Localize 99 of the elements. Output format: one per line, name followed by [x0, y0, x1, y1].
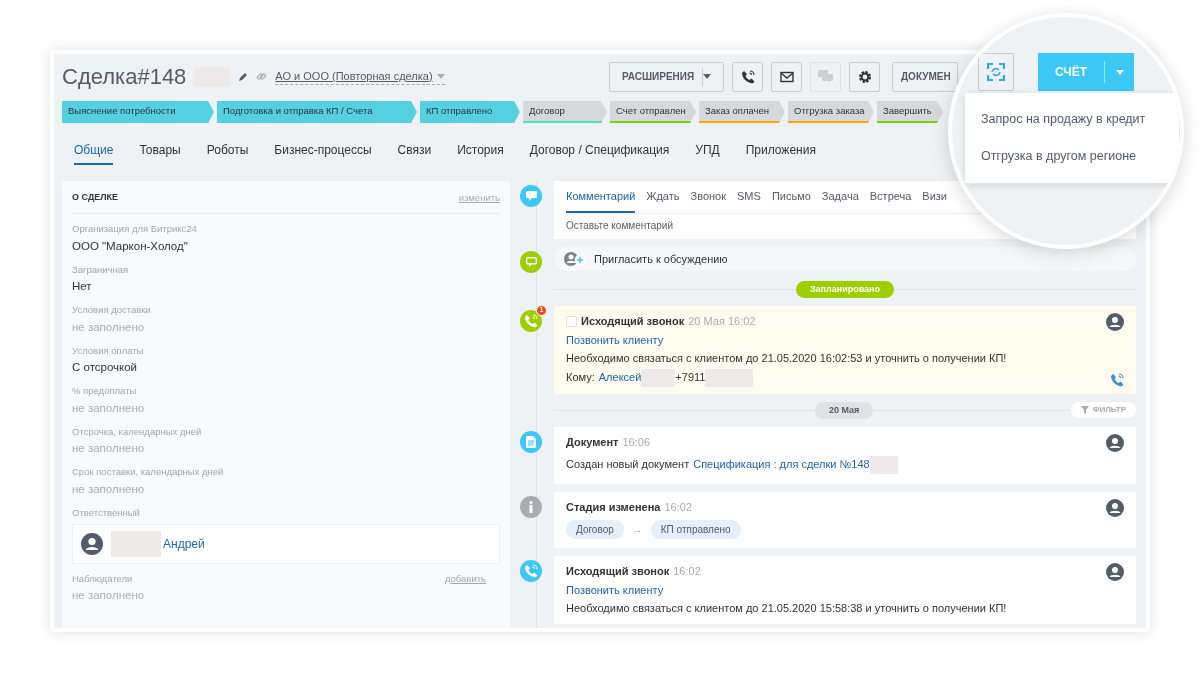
comment-icon: [525, 256, 537, 267]
stage-step[interactable]: КП отправлено: [420, 101, 520, 123]
extensions-button[interactable]: РАСШИРЕНИЯ: [609, 61, 724, 92]
category-dropdown[interactable]: АО и ООО (Повторная сделка): [275, 67, 445, 86]
field-value: не заполнено: [72, 319, 146, 335]
pencil-icon[interactable]: [238, 71, 249, 82]
invite-button[interactable]: Пригласить к обсуждению: [554, 246, 1136, 271]
caret-icon: [436, 73, 445, 79]
entry-time: 16:02: [664, 499, 692, 515]
field-value: не заполнено: [72, 441, 146, 456]
stage-step[interactable]: Отгрузка заказа: [788, 101, 874, 123]
scan-icon: [987, 63, 1005, 81]
entry-text: Необходимо связаться с клиентом до 21.05.2020 15:58:38 и уточнить о получении КП!: [566, 601, 1008, 616]
tab[interactable]: Договор / Спецификация: [529, 137, 670, 165]
tab[interactable]: Приложения: [745, 137, 816, 165]
mail-button[interactable]: [771, 61, 802, 92]
menu-item[interactable]: Запрос на продажу в кредит: [965, 101, 1179, 138]
user-avatar-icon: [81, 533, 103, 555]
stage-step[interactable]: Выяснение потребности: [62, 101, 214, 123]
tab[interactable]: Связи: [397, 137, 432, 165]
stage-step[interactable]: Заказ оплачен: [699, 101, 785, 123]
field-label: Отсрочка, календарных дней: [72, 424, 203, 439]
status-pill: Запланировано: [795, 280, 895, 298]
phone-number: +7911: [675, 370, 706, 386]
document-link[interactable]: Спецификация : для сделки №148: [693, 456, 870, 473]
add-user-icon: [564, 250, 586, 267]
user-avatar-icon: [1106, 563, 1124, 581]
composer-tab[interactable]: SMS: [737, 181, 761, 213]
task-checkbox[interactable]: [566, 315, 577, 327]
entry-title: Исходящий звонок: [581, 314, 685, 329]
stage-step[interactable]: Счет отправлен: [610, 101, 696, 123]
document-icon: [526, 436, 536, 448]
phone-button[interactable]: [732, 61, 763, 92]
page-title: Сделка#148: [62, 63, 187, 91]
user-avatar-icon: [1106, 434, 1124, 452]
stage-step[interactable]: Договор: [523, 101, 607, 123]
gear-icon: [857, 69, 872, 84]
call-link[interactable]: Позвонить клиенту: [566, 331, 664, 348]
section-title: О СДЕЛКЕ: [72, 191, 119, 204]
entry-title: Исходящий звонок: [566, 564, 670, 579]
user-avatar-icon: [1106, 498, 1124, 517]
stage-chip: Договор: [566, 520, 624, 539]
user-avatar-icon: [1106, 313, 1124, 331]
field-value: не заполнено: [72, 481, 146, 497]
composer-tab[interactable]: Задача: [821, 181, 859, 213]
stage-chip: КП отправлено: [650, 520, 741, 539]
tab[interactable]: Товары: [139, 137, 181, 165]
gear-button[interactable]: [849, 61, 880, 92]
tab[interactable]: УПД: [695, 137, 720, 165]
documents-button[interactable]: ДОКУМЕН: [892, 61, 958, 92]
caret-icon: [1115, 69, 1124, 75]
entry-time: 20 Мая 16:02: [688, 314, 756, 329]
field-label: Организация для Битрикс24: [72, 222, 198, 237]
recipient-label: Кому:: [566, 370, 595, 386]
entry-text: Необходимо связаться с клиентом до 21.05.2020 16:02:53 и уточнить о получении КП!: [566, 351, 1008, 366]
field-value: Нет: [72, 279, 93, 294]
entry-title: Стадия изменена: [566, 499, 661, 515]
arrow-glyph: →: [631, 522, 643, 538]
field-label: Наблюдатели: [72, 572, 133, 586]
field-label: Срок поставки, календарных дней: [72, 465, 225, 480]
composer-tab[interactable]: Встреча: [869, 181, 912, 213]
composer-tab[interactable]: Комментарий: [566, 181, 636, 213]
stage-step[interactable]: Подготовка и отправка КП / Счета: [217, 101, 417, 123]
composer-tab[interactable]: Визи: [922, 181, 947, 213]
comment-icon: [525, 191, 537, 201]
field-value: С отсрочкой: [72, 360, 139, 375]
filter-icon: [1080, 406, 1089, 415]
entry-text: Создан новый документ: [566, 457, 690, 473]
phone-icon: [740, 69, 755, 84]
date-pill: 20 Мая: [815, 401, 874, 419]
field-label: % предоплаты: [72, 384, 138, 399]
composer-tab[interactable]: Звонок: [690, 181, 727, 213]
entry-time: 16:02: [673, 564, 701, 579]
call-link[interactable]: Позвонить клиенту: [566, 583, 664, 596]
tab[interactable]: История: [457, 137, 504, 165]
field-value: не заполнено: [72, 588, 146, 604]
tab[interactable]: Общие: [74, 137, 114, 165]
phone-icon[interactable]: [1110, 372, 1124, 387]
field-value: не заполнено: [72, 400, 146, 416]
composer-tab[interactable]: Письмо: [771, 181, 811, 213]
caret-icon: [703, 74, 711, 79]
user-link[interactable]: Андрей: [163, 535, 205, 553]
menu-item[interactable]: Отгрузка в другом регионе: [965, 137, 1179, 175]
entry-title: Документ: [566, 435, 619, 450]
stage-step[interactable]: Завершить: [877, 101, 943, 123]
composer-tab[interactable]: Ждать: [646, 181, 680, 213]
tab[interactable]: Роботы: [206, 137, 249, 165]
tab[interactable]: Бизнес-процессы: [274, 137, 372, 165]
link-icon: [256, 71, 268, 82]
field-label: Ответственный: [72, 505, 141, 520]
chat-icon: [818, 70, 833, 83]
field-label: Условия оплаты: [72, 343, 145, 358]
contact-link[interactable]: Алексей: [598, 369, 642, 386]
field-label: Условия доставки: [72, 303, 152, 318]
entry-time: 16:06: [622, 435, 650, 450]
mail-icon: [779, 70, 794, 83]
field-label: Заграничная: [72, 262, 130, 277]
field-value: ООО "Маркон-Холод": [72, 238, 189, 254]
info-icon: [529, 500, 533, 513]
